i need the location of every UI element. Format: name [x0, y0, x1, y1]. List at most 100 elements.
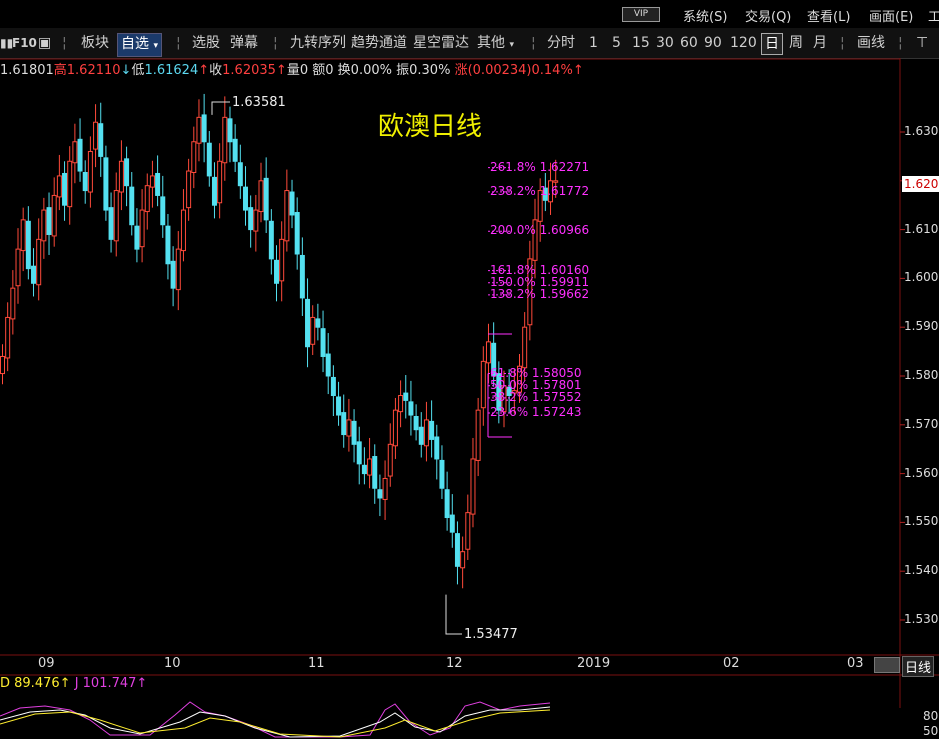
candle-body — [139, 209, 145, 248]
candle-body — [372, 456, 378, 489]
menu-view[interactable]: 查看(L) — [807, 6, 850, 25]
candle-body — [31, 265, 37, 284]
candle-body — [134, 225, 140, 250]
kdj-axis-80: 80 — [923, 709, 939, 723]
period-90[interactable]: 90 — [704, 33, 722, 53]
period-60[interactable]: 60 — [680, 33, 698, 53]
candle-body — [341, 412, 347, 436]
candle-body — [175, 248, 181, 291]
fib-level-label: 261.8% 1.62271 — [490, 159, 590, 174]
fenshi-button[interactable]: 分时 — [547, 33, 575, 53]
period-month[interactable]: 月 — [813, 33, 827, 53]
candle-body — [149, 175, 155, 188]
candle-body — [232, 138, 238, 162]
separator: ¦ — [273, 35, 278, 51]
candle-body — [387, 443, 393, 477]
candle-body — [191, 141, 197, 174]
candle-body — [336, 396, 342, 416]
candle-body — [253, 209, 259, 232]
fib-level-label: 138.2% 1.59662 — [490, 286, 590, 301]
menu-screen[interactable]: 画面(E) — [869, 6, 913, 25]
zixuan-label: 自选 — [121, 36, 149, 52]
candle-body — [268, 220, 274, 260]
chart-title: 欧澳日线 — [378, 112, 483, 142]
candle-body — [460, 551, 466, 569]
period-5[interactable]: 5 — [612, 33, 621, 53]
candle-body — [320, 328, 326, 357]
candle-body — [170, 260, 176, 289]
candle-body — [0, 355, 5, 375]
candle-body — [206, 142, 212, 177]
fib-level-label: 238.2% 1.61772 — [490, 183, 590, 198]
candle-body — [377, 489, 383, 499]
xingkong-button[interactable]: 星空雷达 — [413, 33, 469, 53]
candle-body — [67, 160, 73, 208]
y-tick-label: 1.610 — [904, 221, 939, 236]
zixuan-dropdown[interactable]: 自选 ▾ — [117, 33, 162, 57]
period-day[interactable]: 日 — [761, 33, 783, 55]
period-30[interactable]: 30 — [656, 33, 674, 53]
danmu-button[interactable]: 弹幕 — [230, 33, 258, 53]
candle-body — [553, 180, 559, 183]
y-tick-label: 1.590 — [904, 319, 939, 334]
period-1[interactable]: 1 — [589, 33, 598, 53]
candle-body — [248, 207, 254, 231]
x-tick-label: 02 — [723, 656, 740, 671]
candle-body — [439, 459, 445, 489]
jiuzhuan-button[interactable]: 九转序列 — [290, 33, 346, 53]
candle-body — [144, 185, 150, 213]
candle-body — [155, 172, 161, 196]
chevron-down-icon: ▾ — [153, 41, 158, 51]
candle-body — [485, 341, 491, 364]
x-tick-label: 2019 — [577, 656, 611, 671]
huaxian-button[interactable]: 画线 — [857, 33, 885, 53]
y-tick-label: 1.530 — [904, 612, 939, 626]
xuangu-button[interactable]: 选股 — [192, 33, 220, 53]
vip-badge[interactable]: VIP — [622, 7, 660, 22]
fib-level-label: 200.0% 1.60966 — [490, 223, 590, 238]
candle-body — [367, 458, 373, 476]
candle-body — [279, 238, 285, 282]
menu-tools[interactable]: 工 — [928, 6, 939, 25]
candle-body — [5, 316, 11, 359]
title-bar: VIP 系统(S) 交易(Q) 查看(L) 画面(E) 工 — [0, 0, 939, 28]
candle-body — [160, 196, 166, 226]
x-tick-label: 03 — [847, 656, 864, 671]
candle-body — [522, 326, 528, 369]
separator: ¦ — [176, 35, 181, 51]
x-tick-label: 09 — [38, 656, 55, 671]
kdj-axis-50: 50 — [923, 724, 939, 738]
candle-body — [82, 172, 88, 192]
candle-body — [93, 121, 99, 150]
x-tick-label: 10 — [164, 656, 181, 671]
qita-dropdown[interactable]: 其他 ▾ — [477, 33, 514, 55]
scroll-handle[interactable] — [874, 657, 900, 673]
y-tick-label: 1.540 — [904, 563, 939, 578]
candle-body — [263, 177, 269, 221]
x-tick-label: 12 — [446, 656, 463, 671]
period-week[interactable]: 周 — [789, 33, 803, 53]
candle-body — [217, 160, 223, 204]
arrow-up-icon: ↑ — [59, 676, 71, 691]
candle-body — [51, 194, 57, 237]
bankuai-button[interactable]: 板块 — [81, 33, 109, 53]
period-15[interactable]: 15 — [632, 33, 650, 53]
low-annotation: 1.53477 — [464, 627, 518, 642]
window-icon[interactable]: ▣ — [38, 33, 51, 53]
fib-level-label: 23.6% 1.57243 — [490, 404, 582, 419]
candle-body — [41, 209, 47, 242]
candle-body — [196, 116, 202, 144]
candle-body — [56, 175, 62, 198]
more-icon[interactable]: ⊤ — [916, 33, 928, 53]
f10-button[interactable]: F10 — [12, 33, 37, 53]
y-tick-label: 1.570 — [904, 416, 939, 431]
menu-system[interactable]: 系统(S) — [683, 6, 727, 25]
qushi-button[interactable]: 趋势通道 — [351, 33, 407, 53]
candle-body — [315, 318, 321, 328]
period-120[interactable]: 120 — [730, 33, 757, 53]
menu-trade[interactable]: 交易(Q) — [745, 6, 791, 25]
candle-body — [356, 441, 362, 465]
day-tab[interactable]: 日线 — [902, 656, 935, 677]
candle-body — [113, 190, 119, 242]
candle-body — [10, 287, 16, 320]
